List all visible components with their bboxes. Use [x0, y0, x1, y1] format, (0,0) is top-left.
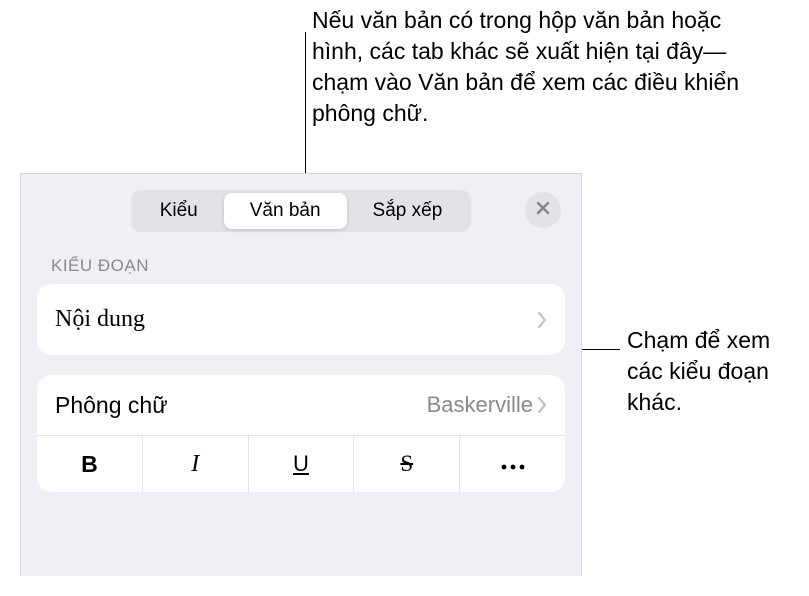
font-row[interactable]: Phông chữ Baskerville — [37, 375, 565, 435]
paragraph-style-card: Nội dung — [37, 284, 565, 355]
chevron-right-icon — [537, 396, 547, 414]
leader-line-top — [305, 32, 306, 178]
chevron-right-icon — [537, 311, 547, 329]
more-icon — [500, 451, 526, 477]
italic-button[interactable]: I — [143, 436, 249, 492]
callout-tabs: Nếu văn bản có trong hộp văn bản hoặc hì… — [312, 5, 772, 129]
font-card: Phông chữ Baskerville B I U S — [37, 375, 565, 492]
paragraph-style-row[interactable]: Nội dung — [37, 284, 565, 355]
callout-paragraph-styles: Chạm để xem các kiểu đoạn khác. — [627, 325, 797, 418]
segmented-control: Kiểu Văn bản Sắp xếp — [131, 190, 472, 232]
font-label: Phông chữ — [55, 392, 427, 419]
strikethrough-button[interactable]: S — [354, 436, 460, 492]
italic-icon: I — [191, 451, 199, 478]
bold-button[interactable]: B — [37, 436, 143, 492]
paragraph-style-value: Nội dung — [55, 306, 537, 333]
tabs-row: Kiểu Văn bản Sắp xếp — [21, 174, 581, 246]
close-button[interactable] — [525, 192, 561, 228]
bold-icon: B — [81, 451, 98, 478]
tab-arrange[interactable]: Sắp xếp — [347, 193, 469, 229]
underline-icon: U — [293, 451, 309, 477]
format-panel: Kiểu Văn bản Sắp xếp KIỂU ĐOẠN Nội dung … — [20, 173, 582, 576]
text-style-row: B I U S — [37, 435, 565, 492]
close-icon — [535, 200, 551, 221]
tab-style[interactable]: Kiểu — [134, 193, 224, 229]
more-button[interactable] — [460, 436, 565, 492]
paragraph-section-label: KIỂU ĐOẠN — [21, 246, 581, 284]
font-value: Baskerville — [427, 392, 533, 418]
tab-text[interactable]: Văn bản — [224, 193, 347, 229]
underline-button[interactable]: U — [249, 436, 355, 492]
strikethrough-icon: S — [400, 451, 413, 477]
